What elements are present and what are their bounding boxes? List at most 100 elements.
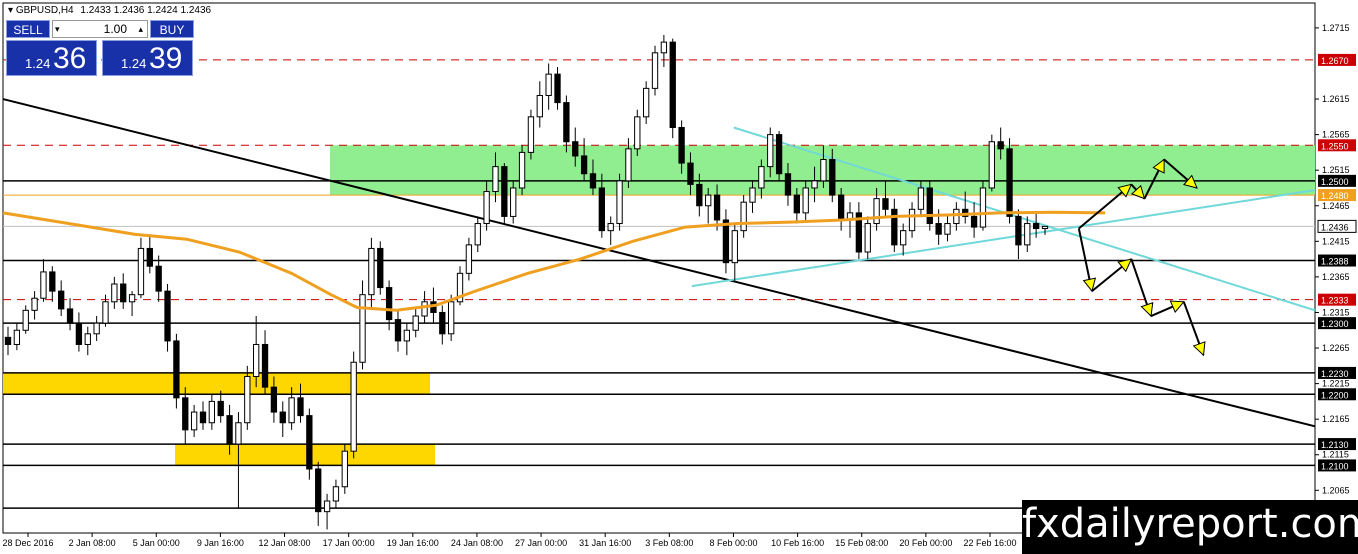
time-tick-label: 24 Jan 08:00 <box>451 538 503 548</box>
candle-body <box>678 126 685 164</box>
candle-body <box>270 386 278 413</box>
candle-body <box>997 141 1004 150</box>
candle-body <box>616 180 623 225</box>
price-tick-label: 1.2165 <box>1322 414 1350 424</box>
candle-body <box>49 271 56 292</box>
candle-body <box>775 134 783 175</box>
candle-body <box>510 187 517 217</box>
candle-body <box>545 73 552 96</box>
price-tick-label: 1.2065 <box>1322 485 1350 495</box>
candle-body <box>873 198 880 225</box>
candle-body <box>350 361 357 452</box>
lot-size-field[interactable]: ▾ 1.00 ▴ <box>52 20 148 38</box>
candle-body <box>182 397 189 431</box>
candle-body <box>970 215 978 228</box>
candle-body <box>651 52 659 89</box>
candle-body <box>421 301 428 317</box>
candle-body <box>988 141 995 189</box>
lot-value: 1.00 <box>103 22 127 36</box>
price-tick-label: 1.2465 <box>1322 201 1350 211</box>
price-tick-label: 1.2215 <box>1322 379 1350 389</box>
candle-body <box>58 290 65 310</box>
candle-body <box>377 247 384 289</box>
candle-body <box>448 301 455 335</box>
candle-body <box>554 73 561 104</box>
price-tick-label: 1.2265 <box>1322 343 1350 353</box>
candle-body <box>900 230 907 246</box>
candle-body <box>332 486 340 502</box>
time-tick-label: 8 Feb 00:00 <box>709 538 757 548</box>
candle-body <box>563 102 570 143</box>
candle-body <box>607 223 614 232</box>
candle-body <box>394 319 402 342</box>
candle-body <box>926 187 933 225</box>
candle-body <box>75 322 83 345</box>
time-tick-label: 28 Dec 2016 <box>2 538 53 548</box>
candle-body <box>793 194 800 214</box>
bid-price-box[interactable]: 1.24 36 <box>6 40 97 76</box>
ask-price-pips: 39 <box>149 42 183 75</box>
time-tick-label: 31 Jan 16:00 <box>579 538 631 548</box>
level-label: 1.2670 <box>1321 56 1349 66</box>
candle-body <box>385 287 393 321</box>
time-tick-label: 17 Jan 00:00 <box>323 538 375 548</box>
lot-increase-icon[interactable]: ▴ <box>138 21 143 37</box>
chart-header: ▾ GBPUSD,H4 1.2433 1.2436 1.2424 1.2436 <box>8 5 211 16</box>
candle-body <box>297 397 304 417</box>
candle-body <box>474 223 481 246</box>
candle-body <box>882 198 889 210</box>
candle-body <box>1015 215 1022 246</box>
candle-body <box>244 375 251 424</box>
level-label: 1.2200 <box>1321 390 1349 400</box>
candle-body <box>625 148 632 182</box>
level-label: 1.2333 <box>1321 296 1349 306</box>
level-label: 1.2388 <box>1321 257 1349 267</box>
candle-body <box>4 336 12 345</box>
buy-button[interactable]: BUY <box>150 20 194 38</box>
candle-body <box>518 151 526 189</box>
candle-body <box>1041 225 1049 230</box>
candle-body <box>589 173 597 189</box>
price-tick-label: 1.2115 <box>1322 450 1349 460</box>
candle-body <box>208 400 216 424</box>
level-label: 1.2500 <box>1321 177 1349 187</box>
candle-body <box>102 301 109 324</box>
candle-body <box>908 208 916 232</box>
candle-body <box>572 141 579 157</box>
time-tick-label: 12 Jan 08:00 <box>259 538 311 548</box>
candle-body <box>412 315 419 331</box>
candle-body <box>642 87 650 118</box>
candle-body <box>13 329 21 345</box>
ask-price-box[interactable]: 1.24 39 <box>102 40 193 76</box>
candle-body <box>253 343 260 377</box>
candle-body <box>687 162 694 185</box>
dropdown-icon[interactable]: ▾ <box>8 5 13 16</box>
candle-body <box>527 116 535 153</box>
candle-body <box>66 308 74 324</box>
candle-body <box>536 94 543 118</box>
candle-body <box>758 166 765 189</box>
ohlc-values: 1.2433 1.2436 1.2424 1.2436 <box>80 5 212 16</box>
price-chart[interactable]: 1.2715 1.2615 1.2565 1.2515 1.2465 1.2415 1.23… <box>0 0 1358 554</box>
candle-body <box>891 208 898 246</box>
price-tick-label: 1.2715 <box>1322 23 1350 33</box>
lot-decrease-icon[interactable]: ▾ <box>55 21 60 37</box>
level-label: 1.2480 <box>1321 191 1349 201</box>
candle-body <box>40 271 47 299</box>
candle-body <box>279 411 286 424</box>
candle-body <box>306 415 313 470</box>
candle-body <box>731 230 738 264</box>
time-tick-label: 20 Feb 00:00 <box>899 538 952 548</box>
candle-body <box>740 201 747 232</box>
candle-body <box>120 283 127 303</box>
candle-body <box>935 223 942 235</box>
candle-body <box>190 411 198 431</box>
symbol-timeframe: GBPUSD,H4 <box>15 5 74 16</box>
candle-body <box>749 187 756 203</box>
candle-body <box>155 265 162 292</box>
candle-body <box>705 194 712 207</box>
level-label: 1.2130 <box>1321 440 1349 450</box>
sell-button[interactable]: SELL <box>6 20 50 38</box>
level-label: 1.2300 <box>1321 319 1349 329</box>
price-tick-label: 1.2565 <box>1322 130 1350 140</box>
